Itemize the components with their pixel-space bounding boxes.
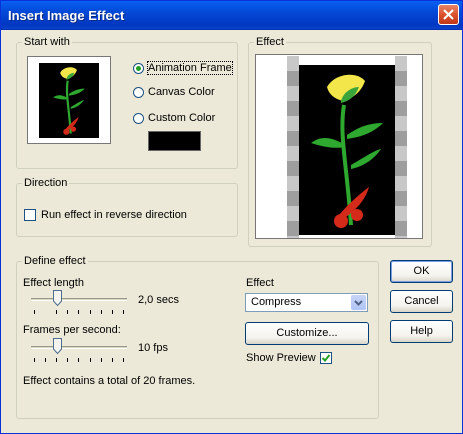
direction-legend: Direction xyxy=(22,177,70,190)
cancel-button[interactable]: Cancel xyxy=(390,290,453,313)
define-effect-legend: Define effect xyxy=(22,255,88,268)
effect-length-label: Effect length xyxy=(23,277,84,289)
effect-type-label: Effect xyxy=(246,277,274,289)
preview-checker-right xyxy=(395,56,407,238)
custom-color-label: Custom Color xyxy=(148,112,216,124)
close-button[interactable] xyxy=(438,4,459,25)
flower-preview-image xyxy=(311,74,383,228)
show-preview-label: Show Preview xyxy=(246,352,316,364)
help-button[interactable]: Help xyxy=(390,320,453,343)
frames-per-second-ticks xyxy=(34,358,124,362)
effect-preview-legend: Effect xyxy=(254,36,286,49)
close-icon xyxy=(443,9,454,20)
checkmark-icon xyxy=(321,354,330,362)
canvas-color-radio[interactable] xyxy=(133,86,144,98)
show-preview-checkbox[interactable] xyxy=(319,352,332,364)
ok-button[interactable]: OK xyxy=(390,260,453,283)
animation-frame-label: Animation Frame xyxy=(147,61,233,75)
animation-frame-thumbnail xyxy=(27,56,111,144)
customize-button[interactable]: Customize... xyxy=(245,322,369,345)
window-title: Insert Image Effect xyxy=(8,8,125,23)
canvas-color-label: Canvas Color xyxy=(148,86,215,98)
custom-color-swatch[interactable] xyxy=(148,131,201,151)
effect-length-slider-track[interactable] xyxy=(31,298,127,301)
frames-per-second-slider-thumb[interactable] xyxy=(53,338,62,354)
show-preview-option[interactable]: Show Preview xyxy=(246,352,332,364)
effect-length-value: 2,0 secs xyxy=(138,294,179,306)
frames-summary-text: Effect contains a total of 20 frames. xyxy=(23,375,196,387)
frames-per-second-value: 10 fps xyxy=(138,342,168,354)
effect-type-value: Compress xyxy=(251,296,302,308)
animation-frame-option[interactable]: Animation Frame xyxy=(133,61,233,75)
effect-preview xyxy=(255,54,423,239)
effect-length-slider-thumb[interactable] xyxy=(53,290,62,306)
title-bar[interactable]: Insert Image Effect xyxy=(1,1,462,30)
reverse-direction-checkbox[interactable] xyxy=(24,209,36,221)
dropdown-arrow-icon[interactable] xyxy=(351,295,366,310)
frames-per-second-label: Frames per second: xyxy=(23,324,121,336)
custom-color-radio[interactable] xyxy=(133,112,144,124)
animation-frame-radio[interactable] xyxy=(133,62,144,74)
flower-image xyxy=(53,67,85,135)
start-with-legend: Start with xyxy=(22,36,72,49)
effect-type-select[interactable]: Compress xyxy=(245,293,368,312)
effect-length-ticks xyxy=(34,310,124,314)
preview-checker-left xyxy=(287,56,299,238)
reverse-direction-option[interactable]: Run effect in reverse direction xyxy=(24,209,187,221)
frames-per-second-slider-track[interactable] xyxy=(31,346,127,349)
reverse-direction-label: Run effect in reverse direction xyxy=(41,209,187,221)
insert-image-effect-dialog: Insert Image Effect Start with Animation… xyxy=(0,0,463,434)
custom-color-option[interactable]: Custom Color xyxy=(133,112,215,124)
canvas-color-option[interactable]: Canvas Color xyxy=(133,86,215,98)
